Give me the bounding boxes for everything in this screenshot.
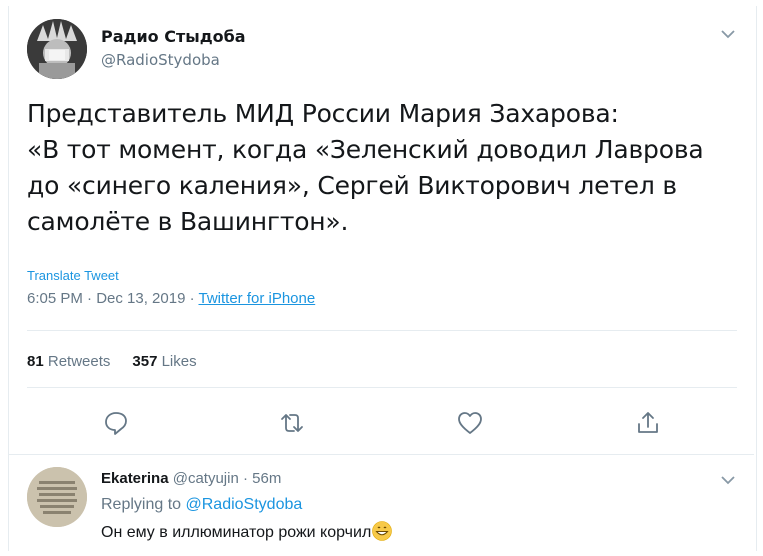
reply-avatar[interactable] bbox=[27, 467, 87, 527]
replying-to-link[interactable]: @RadioStydoba bbox=[186, 496, 303, 513]
engagement-stats: 81 Retweets 357 Likes bbox=[27, 353, 197, 370]
display-name[interactable]: Радио Стыдоба bbox=[101, 27, 246, 46]
divider bbox=[27, 387, 737, 388]
tweet-source-link[interactable]: Twitter for iPhone bbox=[198, 290, 315, 307]
tweet-meta: 6:05 PM · Dec 13, 2019 · Twitter for iPh… bbox=[27, 290, 315, 307]
reply-time[interactable]: 56m bbox=[252, 470, 281, 487]
chevron-down-icon[interactable] bbox=[720, 28, 736, 40]
separator-dot: · bbox=[242, 470, 248, 487]
text-card-avatar-image bbox=[27, 467, 87, 527]
user-handle[interactable]: @RadioStydoba bbox=[101, 51, 220, 69]
retweets-stat[interactable]: 81 Retweets bbox=[27, 353, 110, 370]
divider bbox=[27, 330, 737, 331]
likes-stat[interactable]: 357 Likes bbox=[132, 353, 196, 370]
tweet-timestamp[interactable]: 6:05 PM · Dec 13, 2019 · bbox=[27, 290, 198, 307]
grinning-face-emoji-icon bbox=[372, 521, 393, 541]
tweet-text: Представитель МИД России Мария Захарова:… bbox=[27, 99, 704, 236]
reply-display-name[interactable]: Ekaterina bbox=[101, 470, 169, 487]
divider bbox=[9, 454, 754, 455]
retweet-icon[interactable] bbox=[278, 409, 306, 437]
chevron-down-icon[interactable] bbox=[720, 474, 736, 486]
reply-text: Он ему в иллюминатор рожи корчил bbox=[101, 521, 393, 542]
reply-handle[interactable]: @catyujin bbox=[173, 470, 239, 487]
reply-icon[interactable] bbox=[102, 409, 130, 437]
replying-to: Replying to @RadioStydoba bbox=[101, 496, 303, 513]
translate-tweet-link[interactable]: Translate Tweet bbox=[27, 268, 119, 283]
share-icon[interactable] bbox=[634, 409, 662, 437]
avatar[interactable] bbox=[27, 19, 87, 79]
heart-icon[interactable] bbox=[456, 409, 484, 437]
reply-header: Ekaterina @catyujin · 56m bbox=[101, 470, 281, 487]
statue-avatar-image bbox=[27, 19, 87, 79]
